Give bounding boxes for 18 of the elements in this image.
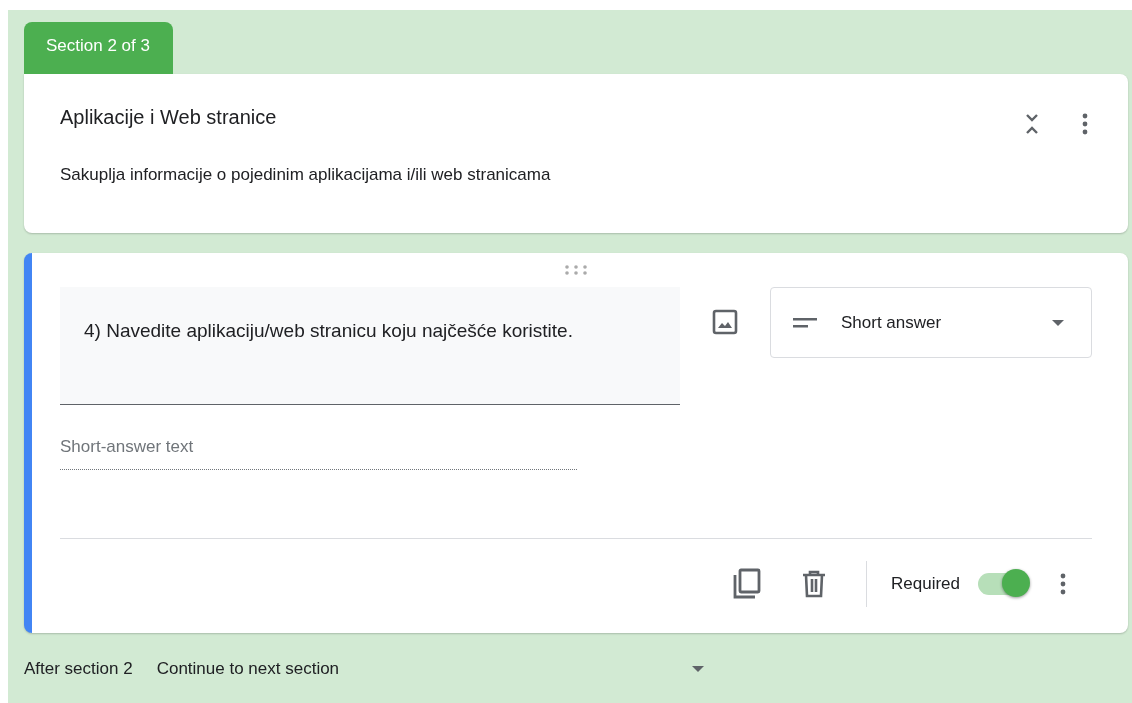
- caret-icon: [690, 665, 705, 673]
- short-text-icon: [793, 316, 819, 329]
- next-section-dropdown[interactable]: Continue to next section: [156, 659, 705, 679]
- section-title[interactable]: Aplikacije i Web stranice: [60, 106, 1024, 129]
- duplicate-button[interactable]: [732, 568, 762, 600]
- after-section-label: After section 2: [24, 659, 133, 679]
- more-button[interactable]: [1060, 572, 1066, 596]
- drag-handle-icon[interactable]: [564, 265, 588, 275]
- question-title-field[interactable]: 4) Navedite aplikaciju/web stranicu koju najčešće koristite.: [60, 287, 680, 405]
- add-image-button[interactable]: [712, 309, 738, 335]
- required-label: Required: [891, 574, 960, 594]
- delete-button[interactable]: [802, 570, 826, 598]
- collapse-button[interactable]: [1024, 112, 1040, 136]
- answer-field: Short-answer text: [60, 437, 577, 470]
- more-button[interactable]: [1082, 112, 1088, 136]
- question-type-dropdown[interactable]: Short answer: [770, 287, 1092, 358]
- section-description[interactable]: Sakuplja informacije o pojedinim aplikacijama i/ili web stranicama: [60, 165, 1024, 185]
- caret-icon: [1051, 318, 1065, 327]
